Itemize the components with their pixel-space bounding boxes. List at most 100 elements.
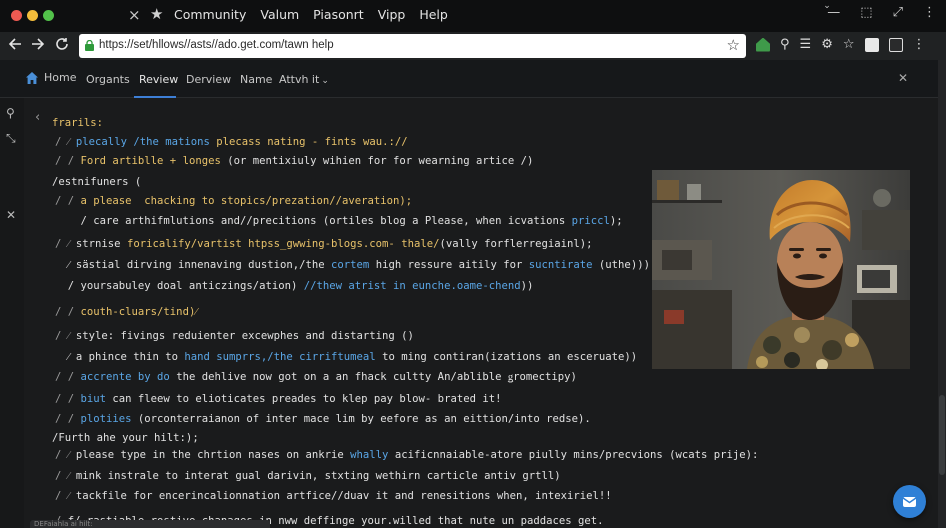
list-icon[interactable]: ☰ — [800, 37, 812, 52]
code-token: /the mations — [133, 136, 217, 148]
chevron-down-icon: ⌄ — [321, 76, 329, 86]
code-token: tackfile for encerincalionnation artfice… — [75, 490, 612, 502]
search-icon[interactable]: ⚲ — [780, 37, 790, 52]
code-token: ⁄ — [67, 136, 76, 148]
maximize-window-button[interactable] — [43, 10, 54, 21]
more-icon[interactable]: ⋮ — [923, 5, 936, 20]
code-token: / yoursabuley doal anticzings/ation) — [55, 280, 304, 292]
chat-icon — [902, 497, 917, 507]
code-token: ⁄ sästial dirving innenaving dustion,/th… — [55, 259, 332, 271]
scrollbar-thumb[interactable] — [939, 395, 945, 475]
code-token: plotiies — [80, 413, 132, 425]
code-token: (uthe))): — [592, 259, 657, 271]
code-token: hand sumprrs,/the cirriftumeal — [184, 351, 376, 363]
code-token: (or mentixiuly wihien for for wearning a… — [220, 155, 534, 167]
home-icon — [26, 71, 38, 84]
code-token: accrente by do — [80, 371, 170, 383]
sidebar-icon[interactable] — [888, 37, 903, 52]
code-token: ǥromectipy) — [507, 371, 577, 383]
code-line: / yoursabuley doal anticzings/ation) //t… — [55, 280, 534, 292]
extension-toolbar: ⚲ ☰ ⚙ ☆ ⋮ — [756, 37, 926, 52]
lock-icon — [85, 40, 94, 51]
star-outline-icon[interactable]: ☆ — [843, 37, 855, 52]
reload-icon[interactable] — [55, 36, 69, 55]
code-token: / / — [55, 306, 81, 318]
restore-icon[interactable]: ⬚ — [860, 5, 872, 20]
nav-review[interactable]: Review — [139, 73, 178, 86]
code-line: frarils: — [52, 117, 103, 129]
nav-name[interactable]: Name — [240, 73, 272, 86]
menu-item-valum[interactable]: Valum — [260, 7, 299, 22]
code-line: / / plotiies (orconterraianon of inter m… — [55, 413, 591, 425]
menu-item-vipp[interactable]: Vipp — [378, 7, 406, 22]
code-line: / / accrente by do the dehlive now got o… — [55, 371, 577, 383]
url-text: https://set/hllows//asts//ado.get.com/ta… — [99, 39, 334, 51]
fullscreen-icon[interactable]: ⤢ — [893, 5, 903, 20]
code-token: / ⁄ — [55, 470, 76, 482]
code-token: foricalify/vartist htpss_gwwing-blogs.co… — [126, 238, 440, 250]
back-icon[interactable] — [8, 36, 22, 55]
code-token: sucntirate — [528, 259, 593, 271]
minimize-icon[interactable]: ⌄ — — [823, 1, 840, 20]
code-line: / / couth-cluars/tind)⁄ — [55, 306, 197, 318]
code-line: /Furth ahe your hilt:); — [52, 432, 199, 444]
bottom-tab[interactable]: DEFaiahla ai hilt: — [30, 520, 270, 528]
collapse-icon[interactable]: ⤡ — [6, 131, 16, 146]
webcam-video[interactable] — [652, 170, 910, 369]
code-token: frarils: — [52, 117, 104, 129]
code-token: the dehlive now got on a an fhack cultty… — [169, 371, 508, 383]
nav-home[interactable]: Home — [26, 71, 76, 84]
code-token: ⁄ a phince thin to — [55, 351, 185, 363]
code-token: mink instrale to interat gual darivin, s… — [75, 470, 561, 482]
bottom-tab-label: DEFaiahla ai hilt: — [34, 520, 93, 528]
close-icon[interactable]: ✕ — [6, 208, 16, 222]
minimize-window-button[interactable] — [27, 10, 38, 21]
left-rail: ⚲ ⤡ ✕ — [0, 98, 24, 528]
code-token: / / — [55, 195, 81, 207]
code-line: / ⁄ style: fivings reduienter excewphes … — [55, 330, 414, 342]
nav-derview[interactable]: Derview — [186, 73, 231, 86]
nav-organts[interactable]: Organts — [86, 73, 130, 86]
chevron-down-icon: ⌄ — [823, 1, 831, 11]
code-line: / ⁄ please type in the chrtion nases on … — [55, 449, 758, 461]
code-token: cortem — [331, 259, 370, 271]
code-token: /Furth ahe your hilt:); — [52, 432, 199, 444]
webcam-person-image — [652, 170, 910, 369]
gear-icon[interactable]: ⚙ — [821, 37, 833, 52]
code-line: ⁄ sästial dirving innenaving dustion,/th… — [55, 259, 657, 271]
code-token: please type in the chrtion nases on ankr… — [75, 449, 351, 461]
extension-house-icon[interactable] — [756, 37, 770, 52]
nav-home-label: Home — [44, 71, 77, 84]
menu-item-help[interactable]: Help — [419, 7, 448, 22]
code-token: / ⁄ — [55, 238, 76, 250]
bookmark-star-icon[interactable]: ☆ — [727, 36, 740, 54]
code-token: / / — [55, 413, 81, 425]
code-line: / / a please chacking to stopics/prezati… — [55, 195, 412, 207]
close-window-button[interactable] — [11, 10, 22, 21]
code-token: to ming contiran(izations an esceruate)) — [375, 351, 638, 363]
code-token: /estnifuners ( — [52, 176, 142, 188]
pin-icon[interactable]: ⚲ — [6, 106, 15, 120]
tab-close-icon[interactable]: × — [128, 6, 141, 24]
menu-icon[interactable]: ⋮ — [913, 37, 926, 52]
tab-star-icon[interactable]: ★ — [150, 5, 163, 23]
menu-item-community[interactable]: Community — [174, 7, 246, 22]
close-icon[interactable]: ✕ — [898, 71, 908, 85]
puzzle-icon[interactable] — [864, 37, 879, 52]
browser-tab-strip: × ★ Community Valum Piasonrt Vipp Help ⌄… — [0, 0, 946, 32]
code-token: biut — [80, 393, 107, 405]
address-bar[interactable]: https://set/hllows//asts//ado.get.com/ta… — [79, 34, 746, 58]
site-navigation: Home Organts Review Derview Name Attvh i… — [0, 60, 938, 98]
chevron-left-icon[interactable]: ‹ — [35, 110, 40, 125]
code-token: / ⁄ — [55, 490, 76, 502]
code-line: /estnifuners ( — [52, 176, 141, 188]
code-token: acificnnaiable-atore piully mins/precvio… — [388, 449, 759, 461]
menu-item-piasonrt[interactable]: Piasonrt — [313, 7, 364, 22]
window-controls: ⌄ — ⬚ ⤢ ⋮ — [823, 1, 936, 20]
code-line: / ⁄ mink instrale to interat gual darivi… — [55, 470, 561, 482]
nav-attvh-dropdown[interactable]: Attvh it ⌄ — [279, 73, 329, 86]
code-token: / / — [55, 155, 81, 167]
code-token: can fleew to elioticates preades to klep… — [106, 393, 502, 405]
chat-button[interactable] — [893, 485, 926, 518]
forward-icon[interactable] — [31, 36, 45, 55]
